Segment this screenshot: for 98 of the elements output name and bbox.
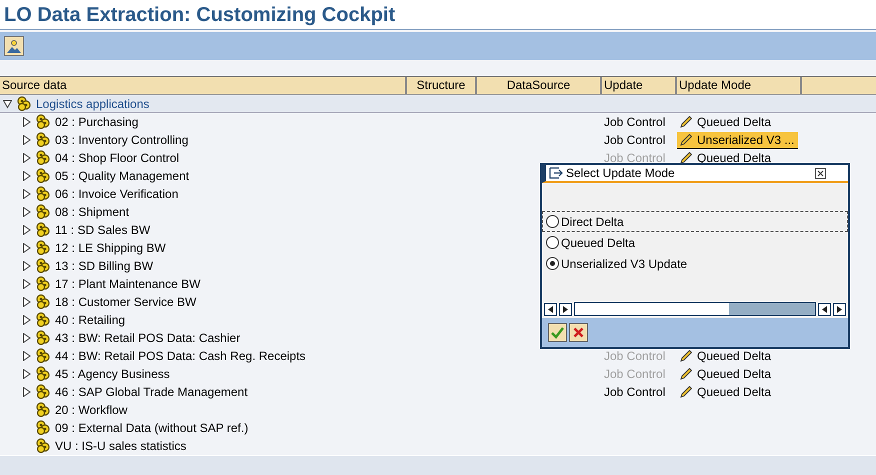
rings-icon bbox=[35, 294, 51, 310]
expand-icon[interactable] bbox=[22, 351, 31, 361]
tree-node-label[interactable]: 13 : SD Billing BW bbox=[55, 257, 154, 275]
rings-icon bbox=[35, 276, 51, 292]
pencil-icon bbox=[679, 385, 693, 399]
expand-icon[interactable] bbox=[22, 369, 31, 379]
expand-icon[interactable] bbox=[22, 261, 31, 271]
rings-icon bbox=[35, 312, 51, 328]
tree-node-label[interactable]: 08 : Shipment bbox=[55, 203, 130, 221]
tree-node-label[interactable]: 09 : External Data (without SAP ref.) bbox=[55, 419, 248, 437]
expand-icon[interactable] bbox=[22, 297, 31, 307]
expand-icon[interactable] bbox=[22, 171, 31, 181]
radio-button[interactable] bbox=[546, 257, 559, 270]
scroll-right-icon[interactable] bbox=[559, 302, 572, 316]
tree-node-label[interactable]: 20 : Workflow bbox=[55, 401, 128, 419]
update-mode-cell[interactable]: Queued Delta bbox=[677, 366, 776, 382]
expand-icon[interactable] bbox=[22, 225, 31, 235]
update-cell: Job Control bbox=[604, 385, 666, 399]
tree-node-label[interactable]: 04 : Shop Floor Control bbox=[55, 149, 180, 167]
expand-icon[interactable] bbox=[22, 153, 31, 163]
scroll-left-icon[interactable] bbox=[544, 302, 557, 316]
pencil-icon bbox=[679, 115, 693, 129]
expand-icon[interactable] bbox=[22, 387, 31, 397]
tree-node-label[interactable]: 06 : Invoice Verification bbox=[55, 185, 178, 203]
update-mode-cell[interactable]: Queued Delta bbox=[677, 348, 776, 364]
rings-icon bbox=[35, 204, 51, 220]
radio-option[interactable]: Direct Delta bbox=[542, 211, 848, 232]
update-cell: Job Control bbox=[604, 151, 666, 165]
close-icon bbox=[817, 170, 824, 176]
rings-icon bbox=[35, 330, 51, 346]
radio-button[interactable] bbox=[546, 215, 559, 228]
expand-icon[interactable] bbox=[22, 117, 31, 127]
update-mode-cell[interactable]: Queued Delta bbox=[677, 384, 776, 400]
tree-node-label[interactable]: 02 : Purchasing bbox=[55, 113, 138, 131]
cancel-icon bbox=[573, 327, 584, 338]
dialog-icon bbox=[549, 167, 563, 179]
tree-node-label[interactable]: 44 : BW: Retail POS Data: Cash Reg. Receipts bbox=[55, 347, 306, 365]
rings-icon bbox=[35, 168, 51, 184]
scrollbar[interactable] bbox=[574, 302, 816, 316]
window-title: LO Data Extraction: Customizing Cockpit bbox=[4, 2, 396, 28]
collapse-icon[interactable] bbox=[3, 98, 12, 108]
tree-node-label[interactable]: 40 : Retailing bbox=[55, 311, 126, 329]
tree-node-label[interactable]: 05 : Quality Management bbox=[55, 167, 190, 185]
tree-node-label[interactable]: 11 : SD Sales BW bbox=[55, 221, 150, 239]
close-button[interactable] bbox=[815, 168, 826, 178]
rings-icon bbox=[35, 438, 51, 454]
rings-icon bbox=[35, 132, 51, 148]
rings-icon bbox=[35, 186, 51, 202]
update-cell: Job Control bbox=[604, 349, 666, 363]
rings-icon bbox=[16, 96, 32, 112]
update-cell: Job Control bbox=[604, 367, 666, 381]
rings-icon bbox=[35, 150, 51, 166]
update-mode-cell[interactable]: Queued Delta bbox=[677, 114, 776, 130]
expand-icon[interactable] bbox=[22, 333, 31, 343]
tree-node-label[interactable]: 46 : SAP Global Trade Management bbox=[55, 383, 248, 401]
pencil-icon bbox=[679, 367, 693, 381]
radio-label[interactable]: Direct Delta bbox=[561, 212, 624, 230]
picture-icon bbox=[6, 38, 22, 54]
tree-node-label[interactable]: 45 : Agency Business bbox=[55, 365, 170, 383]
radio-label[interactable]: Unserialized V3 Update bbox=[561, 254, 688, 272]
tree-node-label[interactable]: 12 : LE Shipping BW bbox=[55, 239, 166, 257]
rings-icon bbox=[35, 222, 51, 238]
update-mode-cell[interactable]: Unserialized V3 ... bbox=[677, 132, 798, 148]
tree-node-label[interactable]: 43 : BW: Retail POS Data: Cashier bbox=[55, 329, 240, 347]
update-mode-cell[interactable]: Queued Delta bbox=[677, 150, 776, 166]
pencil-icon bbox=[679, 132, 693, 146]
cancel-button[interactable] bbox=[569, 323, 588, 342]
rings-icon bbox=[35, 420, 51, 436]
confirm-button[interactable] bbox=[548, 323, 567, 342]
rings-icon bbox=[35, 366, 51, 382]
rings-icon bbox=[35, 114, 51, 130]
tree-node-label[interactable]: VU : IS-U sales statistics bbox=[55, 437, 186, 455]
tree-node-label[interactable]: 03 : Inventory Controlling bbox=[55, 131, 188, 149]
radio-button[interactable] bbox=[546, 236, 559, 249]
radio-label[interactable]: Queued Delta bbox=[561, 234, 636, 252]
expand-icon[interactable] bbox=[22, 135, 31, 145]
expand-icon[interactable] bbox=[22, 189, 31, 199]
tree-node-label[interactable]: Logistics applications bbox=[36, 94, 150, 112]
rings-icon bbox=[35, 348, 51, 364]
tree-node-label[interactable]: 17 : Plant Maintenance BW bbox=[55, 275, 200, 293]
dialog-title: Select Update Mode bbox=[566, 165, 675, 182]
checkmark-icon bbox=[551, 326, 564, 338]
radio-option[interactable]: Queued Delta bbox=[542, 232, 848, 253]
expand-icon[interactable] bbox=[22, 207, 31, 217]
rings-icon bbox=[35, 402, 51, 418]
tree-node-label[interactable]: 18 : Customer Service BW bbox=[55, 293, 196, 311]
expand-icon[interactable] bbox=[22, 315, 31, 325]
expand-icon[interactable] bbox=[22, 243, 31, 253]
expand-icon[interactable] bbox=[22, 279, 31, 289]
update-cell: Job Control bbox=[604, 115, 666, 129]
scroll-right-icon[interactable] bbox=[833, 302, 846, 316]
update-cell: Job Control bbox=[604, 133, 666, 147]
radio-option[interactable]: Unserialized V3 Update bbox=[542, 253, 848, 274]
scroll-left-icon[interactable] bbox=[818, 302, 831, 316]
rings-icon bbox=[35, 384, 51, 400]
rings-icon bbox=[35, 240, 51, 256]
picture-button[interactable] bbox=[4, 36, 24, 56]
rings-icon bbox=[35, 258, 51, 274]
